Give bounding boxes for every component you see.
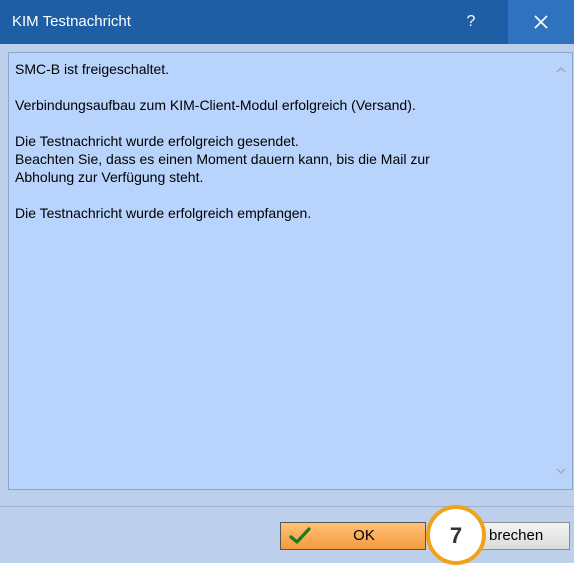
chevron-up-icon xyxy=(556,67,566,73)
cancel-button-label: brechen xyxy=(489,527,544,544)
title-bar[interactable]: KIM Testnachricht ? xyxy=(0,0,574,44)
close-icon xyxy=(534,15,548,29)
scroll-up-button[interactable] xyxy=(550,59,572,81)
step-marker-callout: 7 xyxy=(426,505,486,565)
message-textbox[interactable]: SMC-B ist freigeschaltet. Verbindungsauf… xyxy=(8,52,573,490)
help-button[interactable]: ? xyxy=(438,0,504,44)
vertical-scrollbar[interactable] xyxy=(550,53,572,489)
step-number: 7 xyxy=(449,523,463,548)
dialog-window: KIM Testnachricht ? SMC-B ist freigescha… xyxy=(0,0,574,565)
scroll-down-button[interactable] xyxy=(550,461,572,483)
ok-button[interactable]: OK xyxy=(280,522,426,550)
close-button[interactable] xyxy=(508,0,574,44)
footer-divider xyxy=(0,506,574,507)
window-title: KIM Testnachricht xyxy=(12,13,131,30)
ok-button-label: OK xyxy=(353,527,375,544)
chevron-down-icon xyxy=(556,468,566,474)
message-text: SMC-B ist freigeschaltet. Verbindungsauf… xyxy=(15,61,430,221)
